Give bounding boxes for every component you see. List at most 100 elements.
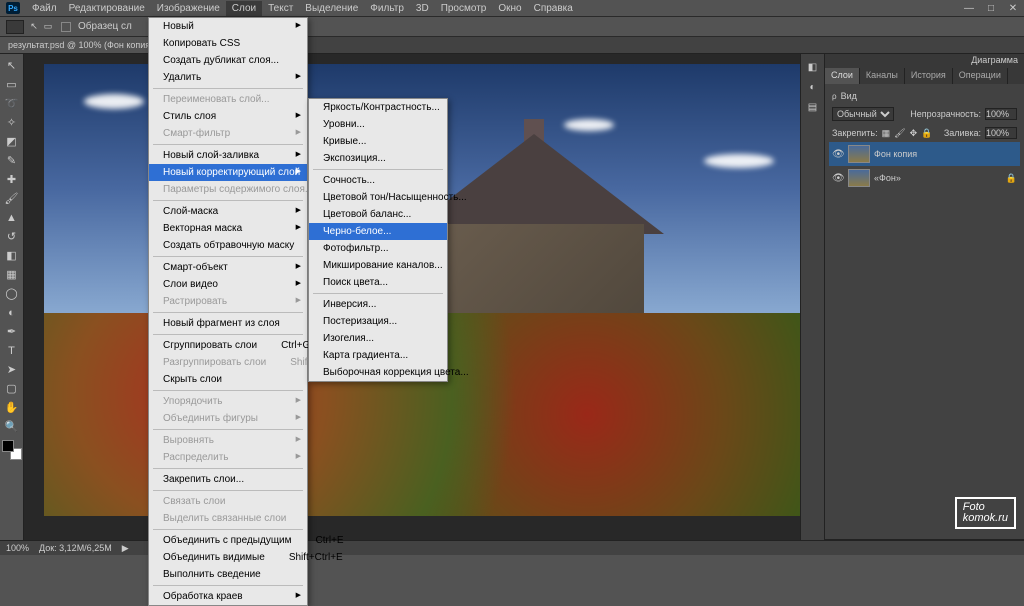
maximize-button[interactable]: □: [984, 2, 998, 14]
history-brush-tool[interactable]: ↺: [2, 227, 22, 246]
dock-button[interactable]: ▤: [804, 98, 822, 116]
select-mode-layer[interactable]: ▭: [42, 21, 54, 33]
visibility-icon[interactable]: 👁: [832, 149, 844, 160]
type-tool[interactable]: T: [2, 341, 22, 360]
dock-button[interactable]: ◐: [804, 78, 822, 96]
menu-item[interactable]: Цветовой тон/Насыщенность...: [309, 189, 447, 206]
blur-tool[interactable]: ◯: [2, 284, 22, 303]
menu-выделение[interactable]: Выделение: [299, 1, 364, 16]
lock-transparency-icon[interactable]: ▦: [882, 128, 891, 139]
menu-item[interactable]: Выборочная коррекция цвета...: [309, 364, 447, 381]
panel-tab-small[interactable]: Диаграмма: [825, 54, 1024, 68]
menu-файл[interactable]: Файл: [26, 1, 63, 16]
magic-wand-tool[interactable]: ✧: [2, 113, 22, 132]
menu-item[interactable]: Поиск цвета...: [309, 274, 447, 291]
panel-tab-история[interactable]: История: [905, 68, 953, 84]
menu-item[interactable]: Обработка краев: [149, 588, 307, 605]
menu-item[interactable]: Изогелия...: [309, 330, 447, 347]
zoom-tool[interactable]: 🔍: [2, 417, 22, 436]
eraser-tool[interactable]: ◧: [2, 246, 22, 265]
color-swatches[interactable]: [2, 440, 22, 460]
panel-tab-каналы[interactable]: Каналы: [860, 68, 905, 84]
menu-item[interactable]: Карта градиента...: [309, 347, 447, 364]
menu-изображение[interactable]: Изображение: [151, 1, 226, 16]
menu-item[interactable]: Черно-белое...: [309, 223, 447, 240]
menu-item[interactable]: Кривые...: [309, 133, 447, 150]
menu-окно[interactable]: Окно: [492, 1, 527, 16]
move-tool[interactable]: ↖: [2, 56, 22, 75]
zoom-level[interactable]: 100%: [6, 543, 29, 553]
menu-справка[interactable]: Справка: [528, 1, 579, 16]
menu-item[interactable]: Яркость/Контрастность...: [309, 99, 447, 116]
healing-tool[interactable]: ✚: [2, 170, 22, 189]
menu-фильтр[interactable]: Фильтр: [364, 1, 410, 16]
shape-tool[interactable]: ▢: [2, 379, 22, 398]
menu-item[interactable]: Фотофильтр...: [309, 240, 447, 257]
menu-item[interactable]: Выполнить сведение: [149, 566, 307, 583]
lasso-tool[interactable]: ➰: [2, 94, 22, 113]
pen-tool[interactable]: ✒: [2, 322, 22, 341]
brush-tool[interactable]: 🖌: [2, 189, 22, 208]
lock-all-icon[interactable]: 🔒: [921, 128, 932, 139]
menu-item[interactable]: Скрыть слои: [149, 371, 307, 388]
menu-item[interactable]: Цветовой баланс...: [309, 206, 447, 223]
menu-item[interactable]: Объединить с предыдущимCtrl+E: [149, 532, 307, 549]
menu-item[interactable]: Новый слой-заливка: [149, 147, 307, 164]
menu-item[interactable]: Создать дубликат слоя...: [149, 52, 307, 69]
close-button[interactable]: ✕: [1006, 2, 1020, 14]
menu-item[interactable]: Сочность...: [309, 172, 447, 189]
menu-item[interactable]: Сгруппировать слоиCtrl+G: [149, 337, 307, 354]
sample-checkbox[interactable]: [61, 22, 71, 32]
doc-info-arrow-icon[interactable]: ▶: [122, 543, 129, 554]
menu-item[interactable]: Смарт-объект: [149, 259, 307, 276]
layer-name: Фон копия: [874, 149, 917, 159]
menu-item[interactable]: Новый фрагмент из слоя: [149, 315, 307, 332]
crop-tool[interactable]: ◩: [2, 132, 22, 151]
menu-item[interactable]: Экспозиция...: [309, 150, 447, 167]
menu-item[interactable]: Слой-маска: [149, 203, 307, 220]
layer-row[interactable]: 👁 «Фон» 🔒: [829, 166, 1020, 190]
layer-row[interactable]: 👁 Фон копия: [829, 142, 1020, 166]
menu-item[interactable]: Удалить: [149, 69, 307, 86]
menu-слои[interactable]: Слои: [226, 1, 262, 16]
panel-tab-слои[interactable]: Слои: [825, 68, 860, 84]
path-select-tool[interactable]: ➤: [2, 360, 22, 379]
menu-item[interactable]: Уровни...: [309, 116, 447, 133]
select-mode-point[interactable]: ↖: [28, 21, 40, 33]
menu-item[interactable]: Новый корректирующий слой: [149, 164, 307, 181]
menu-редактирование[interactable]: Редактирование: [63, 1, 151, 16]
gradient-tool[interactable]: ▦: [2, 265, 22, 284]
panel-tab-операции[interactable]: Операции: [953, 68, 1008, 84]
marquee-tool[interactable]: ▭: [2, 75, 22, 94]
menu-item[interactable]: Копировать CSS: [149, 35, 307, 52]
menu-item[interactable]: Векторная маска: [149, 220, 307, 237]
layer-thumbnail[interactable]: [848, 169, 870, 187]
menu-item[interactable]: Стиль слоя: [149, 108, 307, 125]
blend-mode-select[interactable]: Обычный: [832, 107, 894, 121]
menu-item[interactable]: Новый: [149, 18, 307, 35]
lock-position-icon[interactable]: ✥: [910, 128, 918, 139]
menu-item[interactable]: Объединить видимыеShift+Ctrl+E: [149, 549, 307, 566]
lock-pixels-icon[interactable]: 🖌: [894, 128, 905, 139]
hand-tool[interactable]: ✋: [2, 398, 22, 417]
menu-item[interactable]: Постеризация...: [309, 313, 447, 330]
stamp-tool[interactable]: ▲: [2, 208, 22, 227]
menu-3d[interactable]: 3D: [410, 1, 435, 16]
fill-input[interactable]: [985, 127, 1017, 139]
menu-item[interactable]: Слои видео: [149, 276, 307, 293]
foreground-color-swatch[interactable]: [2, 440, 14, 452]
menu-item[interactable]: Создать обтравочную маскуAlt+Ctrl+G: [149, 237, 307, 254]
layer-thumbnail[interactable]: [848, 145, 870, 163]
eyedropper-tool[interactable]: ✎: [2, 151, 22, 170]
dock-button[interactable]: ◧: [804, 58, 822, 76]
menu-item[interactable]: Микширование каналов...: [309, 257, 447, 274]
menu-item[interactable]: Закрепить слои...: [149, 471, 307, 488]
dodge-tool[interactable]: ◐: [2, 303, 22, 322]
minimize-button[interactable]: —: [962, 2, 976, 14]
opacity-input[interactable]: [985, 108, 1017, 120]
menu-item[interactable]: Инверсия...: [309, 296, 447, 313]
menu-просмотр[interactable]: Просмотр: [435, 1, 493, 16]
menu-текст[interactable]: Текст: [262, 1, 299, 16]
visibility-icon[interactable]: 👁: [832, 173, 844, 184]
tool-preset-picker[interactable]: [6, 20, 24, 34]
